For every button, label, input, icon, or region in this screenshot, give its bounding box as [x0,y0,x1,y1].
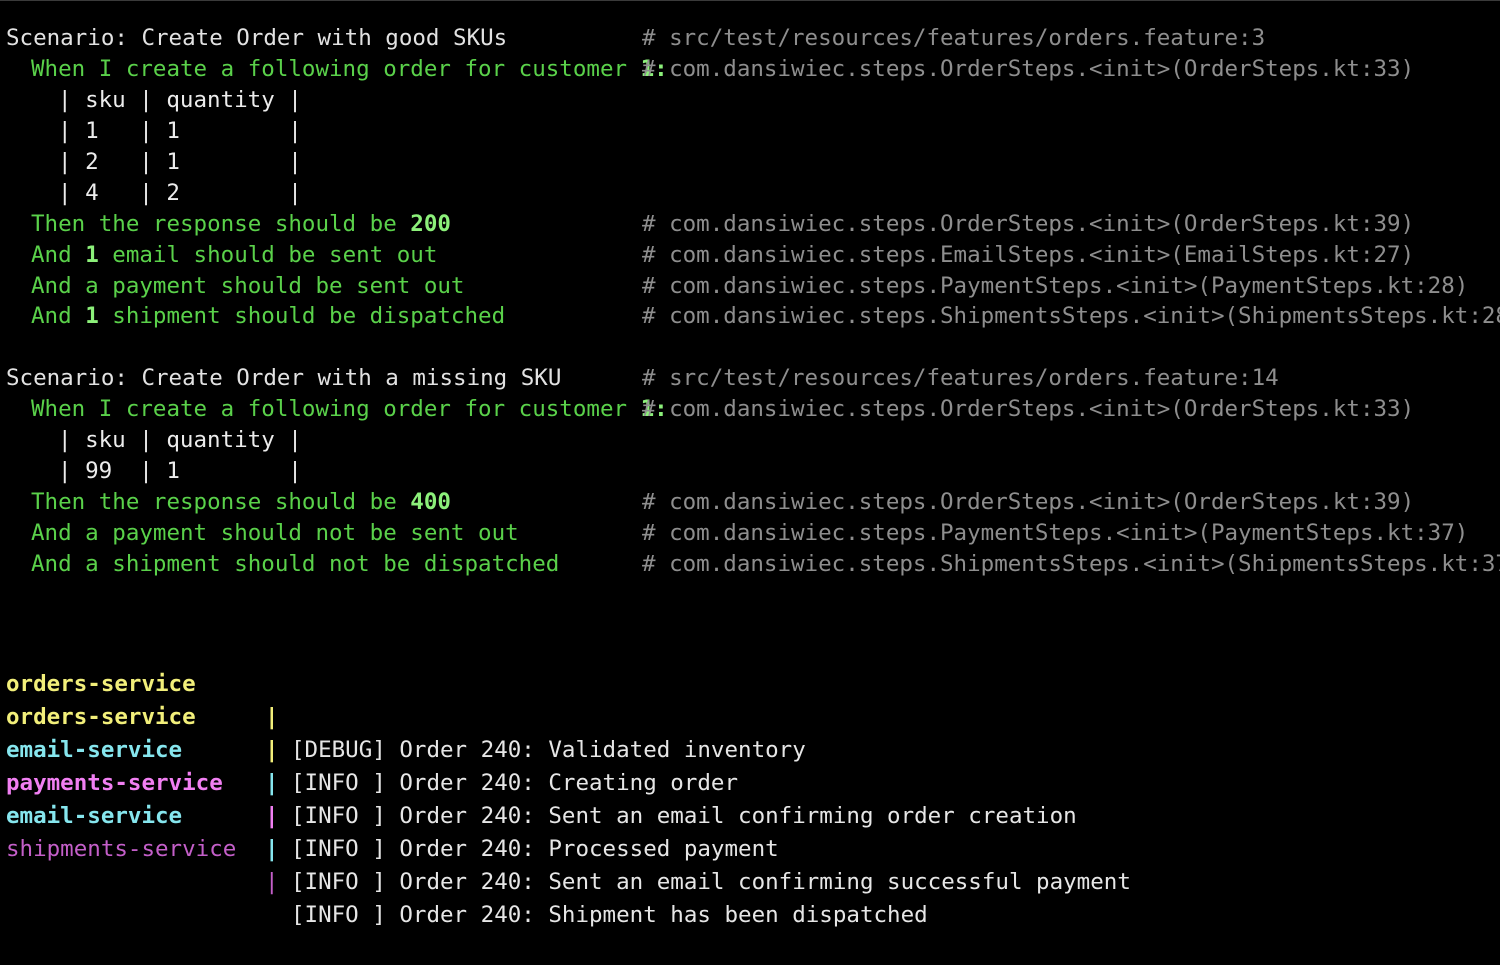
step-text: Then the response should be [31,211,411,237]
log-message: [INFO ] Order 240: Shipment has been dis… [291,902,928,928]
step-location: # com.dansiwiec.steps.OrderSteps.<init>(… [642,211,1415,237]
step-argument: 1 [85,303,99,329]
data-table-row: | sku | quantity | [58,87,302,113]
step-argument: 1 [85,242,99,268]
log-line: orders-service | [DEBUG] Order 240: Vali… [0,635,1500,763]
step-location: # com.dansiwiec.steps.OrderSteps.<init>(… [642,396,1415,422]
log-line: email-service | [INFO ] Order 240: Sent … [0,767,1500,895]
step-argument: 200 [410,211,451,237]
step-text: When I create a following order for cust… [31,396,641,422]
log-line: email-service | [INFO ] Order 240: Sent … [0,701,1500,829]
step-location: # com.dansiwiec.steps.PaymentSteps.<init… [642,520,1469,546]
log-line: payments-service | [INFO ] Order 240: Pr… [0,734,1500,862]
step-text: email should be sent out [98,242,438,268]
step-text: When I create a following order for cust… [31,56,641,82]
log-separator: | [265,836,279,862]
scenario-location: # src/test/resources/features/orders.fea… [642,25,1266,51]
log-message: [INFO ] Order 240: Sent an email confirm… [291,869,1131,895]
scenario-title: Scenario: Create Order with good SKUs [6,25,508,51]
log-message: [INFO ] Order 240: Processed payment [291,836,779,862]
step-and: And a payment should not be sent out [31,520,519,546]
step-when: When I create a following order for cust… [31,394,668,425]
step-and: And 1 shipment should be dispatched [31,301,505,332]
step-location: # com.dansiwiec.steps.EmailSteps.<init>(… [642,242,1415,268]
step-prefix: And [31,303,86,329]
data-table-row: | sku | quantity | [58,427,302,453]
step-location: # com.dansiwiec.steps.ShipmentsSteps.<in… [642,551,1500,577]
service-name: shipments-service [6,836,237,862]
step-text: shipment should be dispatched [98,303,506,329]
data-table-row: | 4 | 2 | [58,180,302,206]
step-and: And 1 email should be sent out [31,240,437,271]
step-and: And a shipment should not be dispatched [31,551,560,577]
step-and: And a payment should be sent out [31,273,465,299]
step-location: # com.dansiwiec.steps.ShipmentsSteps.<in… [642,303,1500,329]
log-line: shipments-service | [INFO ] Order 240: S… [0,800,1500,928]
scenario-title: Scenario: Create Order with a missing SK… [6,365,562,391]
data-table-row: | 2 | 1 | [58,149,302,175]
data-table-row: | 99 | 1 | [58,458,302,484]
scenario-location: # src/test/resources/features/orders.fea… [642,365,1279,391]
step-prefix: And [31,242,86,268]
step-location: # com.dansiwiec.steps.OrderSteps.<init>(… [642,56,1415,82]
step-location: # com.dansiwiec.steps.PaymentSteps.<init… [642,273,1469,299]
step-text: Then the response should be [31,489,411,515]
log-line: orders-service | [INFO ] Order 240: Crea… [0,668,1500,796]
step-location: # com.dansiwiec.steps.OrderSteps.<init>(… [642,489,1415,515]
step-then: Then the response should be 400 [31,487,451,518]
step-then: Then the response should be 200 [31,209,451,240]
step-argument: 400 [410,489,451,515]
step-when: When I create a following order for cust… [31,54,668,85]
terminal-window: Scenario: Create Order with good SKUs # … [0,0,1500,928]
log-separator: | [265,869,279,895]
data-table-row: | 1 | 1 | [58,118,302,144]
